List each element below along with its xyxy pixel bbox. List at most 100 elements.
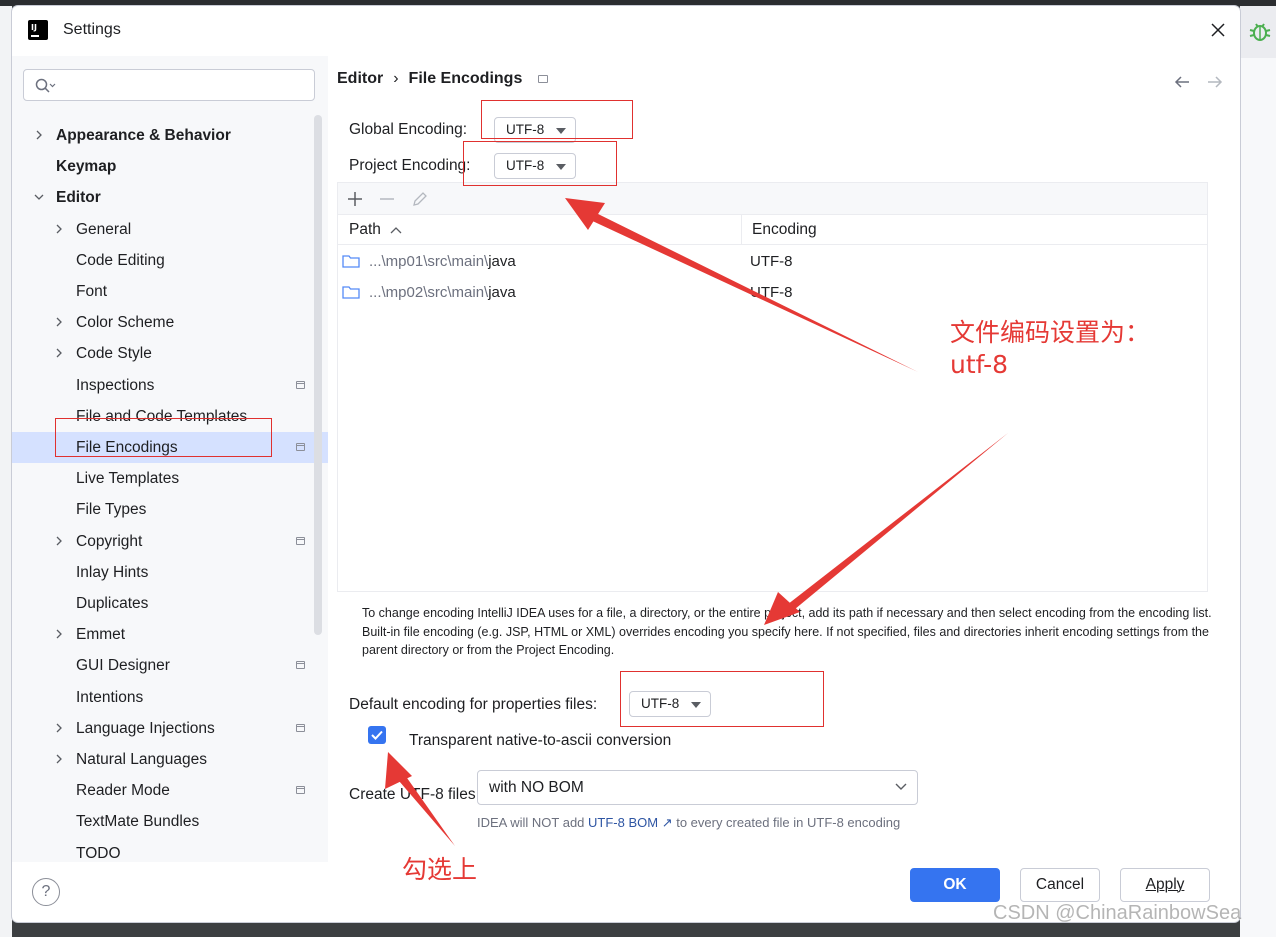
forward-arrow-icon[interactable]: [1206, 74, 1224, 90]
column-header-path-label: Path: [349, 221, 381, 238]
sidebar-item-label: Intentions: [76, 688, 144, 706]
remove-icon[interactable]: [377, 189, 397, 209]
project-scope-icon: [296, 380, 305, 389]
ok-button[interactable]: OK: [910, 868, 1000, 902]
chevron-right-icon[interactable]: [54, 348, 64, 358]
csdn-watermark: CSDN @ChinaRainbowSea: [993, 902, 1242, 924]
sidebar-item-general[interactable]: General: [12, 214, 328, 245]
path-encoding-table: Path Encoding ...\mp01\src\main\java UTF-…: [337, 182, 1208, 592]
dialog-titlebar: IJ Settings: [12, 6, 1240, 56]
sidebar-item-label: Color Scheme: [76, 314, 175, 332]
annotation-encoding-line2: utf-8: [950, 350, 1009, 379]
create-utf8-value: with NO BOM: [489, 779, 584, 796]
row-path-prefix: ...\mp01\src\main\: [369, 253, 489, 270]
settings-search[interactable]: [23, 69, 315, 101]
sidebar-item-reader-mode[interactable]: Reader Mode: [12, 775, 328, 806]
encoding-help-text: To change encoding IntelliJ IDEA uses fo…: [362, 606, 1212, 657]
row-encoding[interactable]: UTF-8: [750, 246, 793, 277]
sidebar-item-appearance-behavior[interactable]: Appearance & Behavior: [12, 120, 328, 151]
row-encoding[interactable]: UTF-8: [750, 277, 793, 308]
native-to-ascii-label[interactable]: Transparent native-to-ascii conversion: [409, 732, 671, 750]
chevron-right-icon[interactable]: [54, 317, 64, 327]
sidebar-item-file-types[interactable]: File Types: [12, 494, 328, 525]
ide-right-edge: [1240, 6, 1276, 937]
sidebar-item-gui-designer[interactable]: GUI Designer: [12, 650, 328, 681]
sidebar-item-label: Language Injections: [76, 719, 215, 737]
sidebar-item-inlay-hints[interactable]: Inlay Hints: [12, 557, 328, 588]
column-header-encoding[interactable]: Encoding: [742, 215, 1207, 245]
folder-icon: [342, 286, 360, 299]
breadcrumb: Editor › File Encodings: [337, 70, 522, 88]
chevron-right-icon[interactable]: [54, 723, 64, 733]
dialog-title: Settings: [63, 21, 121, 38]
search-input[interactable]: [62, 75, 306, 97]
sidebar-item-editor[interactable]: Editor: [12, 182, 328, 213]
properties-encoding-label: Default encoding for properties files:: [349, 696, 598, 713]
project-scope-icon: [296, 661, 305, 670]
project-scope-icon: [538, 75, 548, 83]
sidebar-item-label: Live Templates: [76, 470, 180, 488]
bom-link[interactable]: UTF-8 BOM ↗: [588, 815, 673, 830]
search-icon: [35, 78, 56, 93]
sidebar-item-keymap[interactable]: Keymap: [12, 151, 328, 182]
sidebar-item-intentions[interactable]: Intentions: [12, 682, 328, 713]
breadcrumb-current: File Encodings: [408, 70, 523, 87]
sidebar-item-live-templates[interactable]: Live Templates: [12, 463, 328, 494]
row-path: ...\mp01\src\main\java: [369, 246, 516, 277]
close-icon[interactable]: [1208, 20, 1228, 40]
annotation-box-file-encodings: [55, 418, 272, 457]
sidebar-item-label: Natural Languages: [76, 751, 207, 768]
breadcrumb-parent[interactable]: Editor: [337, 70, 383, 87]
sidebar-item-textmate-bundles[interactable]: TextMate Bundles: [12, 806, 328, 837]
folder-icon: [342, 255, 360, 268]
sidebar-item-label: GUI Designer: [76, 657, 170, 675]
sidebar-item-language-injections[interactable]: Language Injections: [12, 713, 328, 744]
row-path-name: java: [488, 284, 516, 301]
help-button[interactable]: ?: [32, 878, 60, 906]
chevron-right-icon[interactable]: [54, 224, 64, 234]
table-row[interactable]: ...\mp02\src\main\java UTF-8: [338, 277, 1207, 308]
sidebar-item-copyright[interactable]: Copyright: [12, 526, 328, 557]
table-row[interactable]: ...\mp01\src\main\java UTF-8: [338, 246, 1207, 277]
sidebar-item-emmet[interactable]: Emmet: [12, 619, 328, 650]
apply-button[interactable]: Apply: [1120, 868, 1210, 902]
row-path-name: java: [488, 253, 516, 270]
sidebar-item-duplicates[interactable]: Duplicates: [12, 588, 328, 619]
chevron-right-icon[interactable]: [54, 754, 64, 764]
global-encoding-label: Global Encoding:: [349, 121, 468, 138]
back-arrow-icon[interactable]: [1173, 74, 1191, 90]
sidebar-item-label: File Types: [76, 501, 147, 519]
chevron-down-icon[interactable]: [34, 192, 44, 202]
chevron-right-icon[interactable]: [54, 629, 64, 639]
cancel-button[interactable]: Cancel: [1020, 868, 1100, 902]
settings-sidebar: Appearance & Behavior Keymap Editor General…: [12, 56, 328, 862]
sidebar-scrollbar[interactable]: [314, 115, 322, 635]
sidebar-item-inspections[interactable]: Inspections: [12, 370, 328, 401]
project-scope-icon: [296, 536, 305, 545]
sidebar-item-code-editing[interactable]: Code Editing: [12, 245, 328, 276]
sidebar-item-natural-languages[interactable]: Natural Languages: [12, 744, 328, 775]
sidebar-item-label: General: [76, 220, 132, 238]
project-scope-icon: [296, 723, 305, 732]
sidebar-item-todo[interactable]: TODO: [12, 838, 328, 869]
checkmark-icon: [371, 730, 383, 740]
column-header-path[interactable]: Path: [338, 215, 742, 245]
add-icon[interactable]: [345, 189, 365, 209]
chevron-right-icon[interactable]: [34, 130, 44, 140]
create-utf8-select[interactable]: with NO BOM: [477, 770, 918, 805]
sidebar-item-label: Emmet: [76, 626, 126, 644]
row-path-prefix: ...\mp02\src\main\: [369, 284, 489, 301]
apply-button-label: Apply: [1145, 876, 1185, 893]
sidebar-item-code-style[interactable]: Code Style: [12, 338, 328, 369]
chevron-right-icon[interactable]: [54, 536, 64, 546]
sidebar-item-label: Copyright: [76, 532, 143, 550]
sidebar-item-color-scheme[interactable]: Color Scheme: [12, 307, 328, 338]
debug-bug-icon[interactable]: [1248, 20, 1272, 44]
sidebar-item-font[interactable]: Font: [12, 276, 328, 307]
native-to-ascii-checkbox[interactable]: [368, 726, 386, 744]
edit-pencil-icon[interactable]: [410, 189, 430, 209]
sidebar-item-label: TextMate Bundles: [76, 813, 200, 831]
chevron-down-icon: [895, 783, 907, 790]
row-path: ...\mp02\src\main\java: [369, 277, 516, 308]
project-scope-icon: [296, 443, 305, 451]
